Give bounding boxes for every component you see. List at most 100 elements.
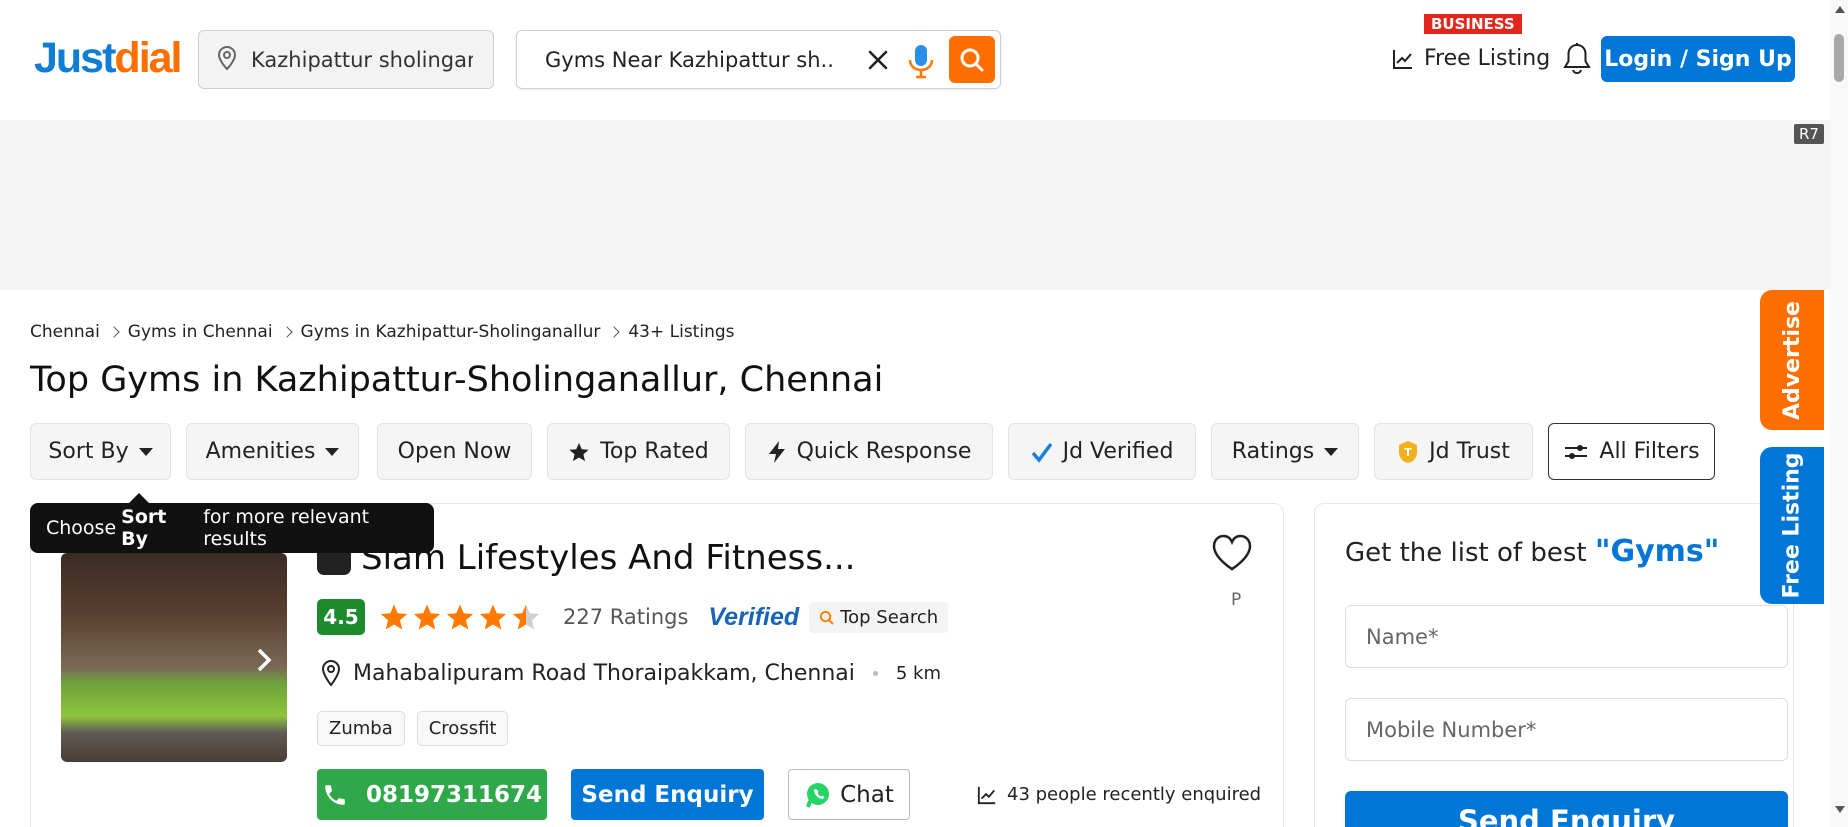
star-icon: [413, 604, 441, 630]
mobile-number-field[interactable]: Mobile Number*: [1345, 698, 1788, 761]
location-input[interactable]: Kazhipattur sholinganallur: [198, 30, 494, 89]
rating-row: 4.5 227 Ratings Verified Top Search: [317, 599, 949, 635]
justdial-logo[interactable]: Justdial: [34, 34, 183, 83]
rating-count[interactable]: 227 Ratings: [563, 605, 688, 629]
breadcrumb-item-gyms-chennai[interactable]: Gyms in Chennai: [128, 322, 273, 342]
search-icon: [820, 610, 834, 625]
scrollbar-thumb[interactable]: [1834, 34, 1844, 82]
all-filters-button[interactable]: All Filters: [1548, 423, 1715, 480]
breadcrumb: Chennai Gyms in Chennai Gyms in Kazhipat…: [30, 322, 735, 342]
quick-response-label: Quick Response: [796, 439, 972, 464]
lightning-icon: [768, 440, 785, 463]
jd-verified-filter[interactable]: Jd Verified: [1008, 423, 1196, 480]
separator-dot: [872, 670, 878, 676]
rating-score: 4.5: [317, 599, 365, 635]
amenities-label: Amenities: [205, 439, 316, 464]
chevron-right-icon: [280, 326, 293, 338]
check-icon: [1031, 442, 1052, 463]
advertise-label: Advertise: [1779, 300, 1805, 420]
breadcrumb-item-gyms-kazhipattur[interactable]: Gyms in Kazhipattur-Sholinganallur: [301, 322, 601, 342]
vertical-scrollbar[interactable]: [1830, 0, 1848, 827]
star-icon: [479, 604, 507, 630]
phone-number: 08197311674: [365, 781, 543, 808]
search-input[interactable]: Gyms Near Kazhipattur sh...: [516, 30, 1001, 89]
page-title: Top Gyms in Kazhipattur-Sholinganallur, …: [30, 360, 884, 400]
ratings-label: Ratings: [1231, 439, 1315, 464]
sliders-icon: [1565, 444, 1588, 459]
logo-text-dial: dial: [114, 34, 182, 82]
trending-up-icon: [1393, 49, 1412, 69]
logo-text-just: Just: [34, 34, 116, 82]
location-value: Kazhipattur sholinganallur: [251, 47, 473, 72]
chevron-right-icon[interactable]: [249, 645, 279, 675]
enquiry-form: Get the list of best "Gyms" Name* Mobile…: [1314, 503, 1794, 827]
star-icon: [569, 442, 589, 461]
jd-trust-label: Jd Trust: [1429, 439, 1510, 464]
header: Justdial Kazhipattur sholinganallur Gyms…: [0, 0, 1830, 118]
amenities-dropdown[interactable]: Amenities: [186, 423, 359, 480]
top-search-badge: Top Search: [809, 601, 949, 633]
listing-thumbnail[interactable]: [61, 553, 287, 762]
trending-up-icon: [977, 786, 996, 804]
verified-badge: Verified: [708, 602, 800, 631]
form-send-enquiry-button[interactable]: Send Enquiry: [1345, 791, 1788, 827]
send-enquiry-button[interactable]: Send Enquiry: [571, 769, 764, 820]
login-signup-button[interactable]: Login / Sign Up: [1601, 36, 1795, 82]
trust-shield-icon: T: [1399, 440, 1418, 463]
jd-verified-label: Jd Verified: [1062, 439, 1174, 464]
chat-button[interactable]: Chat: [788, 769, 910, 820]
search-button[interactable]: [949, 36, 995, 83]
ad-banner[interactable]: [0, 120, 1830, 290]
clear-search-icon[interactable]: [863, 45, 893, 75]
open-now-filter[interactable]: Open Now: [377, 423, 532, 480]
search-icon: [960, 48, 984, 71]
scroll-down-icon[interactable]: [1835, 806, 1845, 813]
ad-label: R7: [1794, 124, 1824, 144]
tag-zumba[interactable]: Zumba: [317, 711, 405, 746]
caret-down-icon: [325, 447, 340, 456]
address-text: Mahabalipuram Road Thoraipakkam, Chennai: [353, 660, 855, 686]
whatsapp-icon: [806, 782, 830, 808]
jd-trust-filter[interactable]: T Jd Trust: [1374, 423, 1533, 480]
call-button[interactable]: 08197311674: [317, 769, 547, 820]
tooltip-bold: Sort By: [121, 506, 167, 550]
breadcrumb-item-chennai[interactable]: Chennai: [30, 322, 100, 342]
recent-enquiries: 43 people recently enquired: [977, 784, 1261, 805]
scroll-up-icon[interactable]: [1835, 6, 1845, 13]
chat-label: Chat: [840, 781, 894, 808]
half-star-icon: [512, 604, 540, 630]
microphone-icon[interactable]: [905, 43, 937, 79]
phone-icon: [325, 784, 345, 805]
form-send-label: Send Enquiry: [1457, 804, 1676, 827]
quick-response-filter[interactable]: Quick Response: [745, 423, 993, 480]
tag-crossfit[interactable]: Crossfit: [416, 711, 509, 746]
all-filters-label: All Filters: [1599, 439, 1700, 464]
listing-actions: 08197311674 Send Enquiry Chat: [317, 769, 910, 820]
free-listing-label: Free Listing: [1424, 46, 1551, 71]
name-field[interactable]: Name*: [1345, 605, 1788, 668]
heart-icon[interactable]: [1211, 534, 1253, 576]
tooltip-prefix: Choose: [46, 517, 117, 539]
sort-by-label: Sort By: [48, 439, 129, 464]
open-now-label: Open Now: [397, 439, 512, 464]
top-rated-filter[interactable]: Top Rated: [547, 423, 730, 480]
free-listing-tab-label: Free Listing: [1779, 452, 1805, 599]
business-badge: BUSINESS: [1424, 14, 1522, 34]
p-label: P: [1231, 590, 1242, 610]
location-pin-icon: [321, 660, 341, 686]
tooltip-suffix: for more relevant results: [203, 506, 370, 550]
free-listing-tab[interactable]: Free Listing: [1760, 447, 1824, 604]
ratings-dropdown[interactable]: Ratings: [1211, 423, 1359, 480]
recent-enquiries-text: 43 people recently enquired: [1007, 784, 1262, 805]
form-title-prefix: Get the list of best: [1345, 538, 1587, 568]
bell-icon[interactable]: [1562, 42, 1592, 80]
distance: 5 km: [895, 662, 941, 684]
advertise-tab[interactable]: Advertise: [1760, 290, 1824, 430]
sort-by-tooltip: Choose Sort By for more relevant results: [30, 493, 434, 553]
chevron-right-icon: [608, 326, 621, 338]
search-value: Gyms Near Kazhipattur sh...: [545, 47, 835, 72]
chevron-right-icon: [108, 326, 120, 338]
caret-down-icon: [138, 447, 153, 456]
free-listing-link[interactable]: Free Listing: [1392, 46, 1550, 71]
sort-by-dropdown[interactable]: Sort By: [30, 423, 171, 480]
